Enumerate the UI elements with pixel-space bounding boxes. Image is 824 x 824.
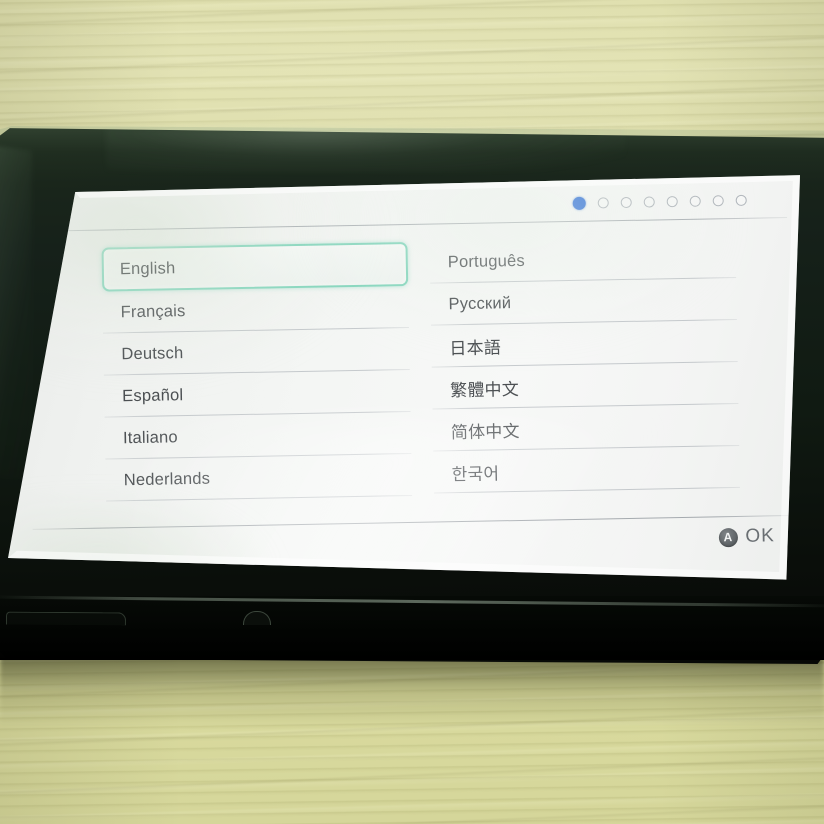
page-dot-6[interactable] bbox=[689, 195, 701, 207]
language-column-left: English Français Deutsch Español Italian… bbox=[101, 241, 413, 518]
language-label: Русский bbox=[448, 293, 512, 313]
language-label: Nederlands bbox=[123, 469, 211, 489]
language-option-japanese[interactable]: 日本語 bbox=[431, 320, 738, 368]
page-dot-8[interactable] bbox=[735, 194, 747, 206]
page-dot-3[interactable] bbox=[620, 196, 632, 209]
language-option-russian[interactable]: Русский bbox=[430, 278, 737, 326]
console-screen: English Français Deutsch Español Italian… bbox=[8, 175, 800, 580]
a-button-icon: A bbox=[718, 527, 738, 547]
ok-label: OK bbox=[745, 525, 776, 547]
ok-button[interactable]: A OK bbox=[718, 525, 775, 548]
language-label: Español bbox=[122, 385, 184, 405]
bezel-gloss-spot bbox=[106, 128, 626, 172]
language-option-simplified-chinese[interactable]: 简体中文 bbox=[433, 404, 740, 452]
header-divider bbox=[29, 217, 788, 232]
language-label: 简体中文 bbox=[450, 421, 520, 442]
language-option-korean[interactable]: 한국어 bbox=[433, 446, 740, 494]
page-dot-2[interactable] bbox=[597, 197, 609, 209]
language-label: 한국어 bbox=[451, 463, 500, 484]
page-dot-5[interactable] bbox=[666, 196, 678, 208]
language-option-espanol[interactable]: Español bbox=[104, 370, 411, 418]
language-label: Deutsch bbox=[121, 343, 184, 363]
language-label: 日本語 bbox=[449, 337, 502, 358]
page-dot-7[interactable] bbox=[712, 195, 724, 207]
page-indicator[interactable] bbox=[572, 194, 747, 210]
language-label: 繁體中文 bbox=[449, 379, 520, 400]
language-option-francais[interactable]: Français bbox=[102, 286, 410, 334]
language-option-italiano[interactable]: Italiano bbox=[105, 412, 412, 460]
footer-divider bbox=[32, 514, 793, 530]
setup-page: English Français Deutsch Español Italian… bbox=[8, 175, 800, 579]
console-bottom-left-slot bbox=[5, 611, 127, 626]
language-option-deutsch[interactable]: Deutsch bbox=[103, 328, 410, 376]
language-label: Português bbox=[447, 251, 525, 271]
bezel-left-facet bbox=[0, 145, 32, 481]
language-option-traditional-chinese[interactable]: 繁體中文 bbox=[432, 362, 739, 410]
language-label: English bbox=[119, 258, 176, 278]
language-option-portugues[interactable]: Português bbox=[429, 236, 737, 284]
row-separator bbox=[106, 494, 413, 502]
language-label: Italiano bbox=[122, 427, 178, 447]
page-dot-4[interactable] bbox=[643, 196, 655, 208]
page-dot-1[interactable] bbox=[572, 196, 586, 210]
language-list: English Français Deutsch Español Italian… bbox=[8, 235, 800, 520]
a-button-glyph: A bbox=[723, 530, 733, 545]
language-option-english[interactable]: English bbox=[101, 241, 409, 292]
language-option-nederlands[interactable]: Nederlands bbox=[105, 454, 413, 502]
row-separator bbox=[434, 486, 740, 494]
language-column-right: Português Русский 日本語 繁體中文 简体中文 한국어 bbox=[429, 236, 740, 512]
language-label: Français bbox=[120, 301, 186, 321]
